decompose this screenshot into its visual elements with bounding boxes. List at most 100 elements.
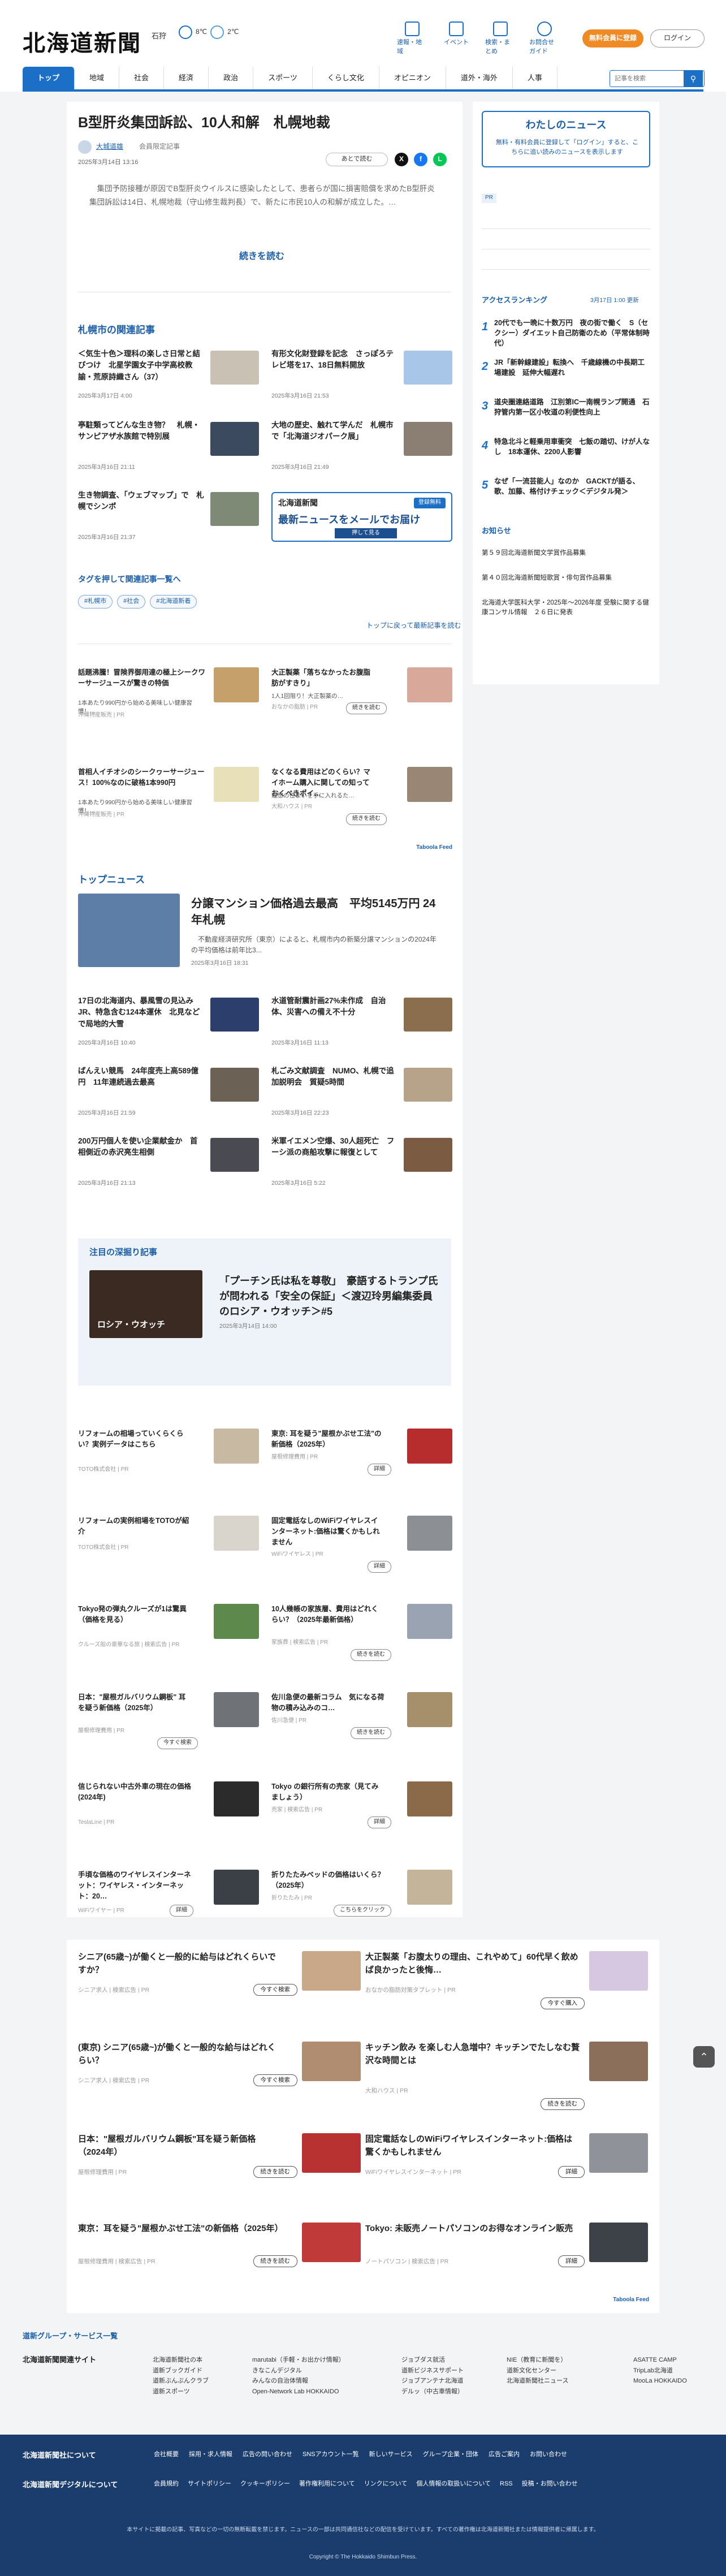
my-news-box[interactable]: わたしのニュース 無料・有料会員に登録して「ログイン」すると、こちらに追い読みの… xyxy=(482,111,650,167)
sidebar: わたしのニュース 無料・有料会員に登録して「ログイン」すると、こちらに追い読みの… xyxy=(473,102,659,684)
promo-card[interactable]: リフォームの実例相場をTOTOが紹介 TOTO株式会社 | PR xyxy=(78,1516,259,1583)
related-card[interactable]: 亭駐類ってどんな生き物？ 札幌・サンピアザ水族館で特別展 2025年3月16日 2… xyxy=(78,420,259,476)
promo-card[interactable]: 日本："屋根ガルバリウム鋼板"耳を疑う新価格（2024年） 屋根修理費用 | PR… xyxy=(78,2133,361,2212)
article-title: B型肝炎集団訴訟、10人和解 札幌地裁 xyxy=(78,115,330,131)
news-card[interactable]: 200万円個人を使い企業献金か 首相側近の赤沢亮生相側 2025年3月16日 21… xyxy=(78,1136,259,1192)
news-card[interactable]: 水道管耐震計画27%未作成 自治体、災害への備え不十分 2025年3月16日 11… xyxy=(271,995,452,1052)
related-card[interactable]: 生き物調査、「ウェブマップ」で 札幌でシンポ 2025年3月16日 21:37 xyxy=(78,490,259,546)
search-input[interactable] xyxy=(610,71,684,86)
promo-card[interactable]: Tokyo発の弾丸クルーズが1は驚異（価格を見る） クルーズ船の豪華なる旅 | 検… xyxy=(78,1604,259,1672)
promo-card[interactable]: リフォームの相場っていくらくらい？実例データはこちら TOTO株式会社 | PR xyxy=(78,1429,259,1496)
top-news-heading: トップニュース xyxy=(78,874,145,885)
promo-thumbnail xyxy=(214,767,259,802)
top-news-lead[interactable]: 分譲マンション価格過去最高 平均5145万円 24年札幌 不動産経済研究所（東京… xyxy=(78,894,451,978)
promo-thumbnail xyxy=(302,2223,361,2262)
nav-icon-search[interactable]: 検索・まとめ xyxy=(485,21,516,57)
read-more-link[interactable]: 続きを読む xyxy=(239,250,284,263)
nav-icon-event[interactable]: イベント xyxy=(441,21,472,57)
nav-culture[interactable]: くらし文化 xyxy=(313,67,379,89)
nav-sports[interactable]: スポーツ xyxy=(253,67,313,89)
promo-card[interactable]: シニア(65歳~)が働くと一般的に給与はどれくらいですか？ シニア求人 | 検索広… xyxy=(78,1951,361,2030)
notice-item[interactable]: 第５９回北海道新聞文学賞作品募集 xyxy=(482,549,650,558)
notice-item[interactable]: 北海道大学医科大学・2025年〜2026年度 受験に関する健康コンサル情報 ２６… xyxy=(482,598,650,618)
featured-title[interactable]: 「プーチン氏は私を尊敬」 豪語するトランプ氏が問われる「安全の保証」＜渡辺玲男編… xyxy=(219,1274,440,1319)
related-card[interactable]: 有形文化財登録を記念 さっぽろテレビ塔を17、18日無料開放 2025年3月16日… xyxy=(271,348,452,405)
promo-card[interactable]: 話題沸騰！冒険界御用達の極上シークワーサージュースが驚きの特価 1本あたり990円… xyxy=(78,667,259,735)
back-to-top-link[interactable]: トップに戻って最新記事を読む xyxy=(366,621,461,631)
promo-card[interactable]: 固定電話なしのWiFiワイヤレスインターネット:価格は驚くかもしれません WiFi… xyxy=(271,1516,452,1583)
author-name[interactable]: 大城道雄 xyxy=(96,142,123,152)
promo-card[interactable]: 大正製薬「お腹太りの理由、これやめて」60代早く飲めば良かったと後悔… おなかの脂… xyxy=(365,1951,648,2030)
related-card[interactable]: ＜気生十色＞理科の楽しさ日常と結びつけ 北星学園女子中学高校教諭・荒原詩織さん（… xyxy=(78,348,259,405)
promo-card[interactable]: キッチン飲み を楽しむ人急増中？キッチンでたしなむ贅沢な時間とは 大和ハウス | … xyxy=(365,2042,648,2121)
nav-opinion[interactable]: オピニオン xyxy=(379,67,446,89)
promo-card[interactable]: Tokyo: 未販売ノートパソコンのお得なオンライン販売 ノートパソコン | 検索… xyxy=(365,2223,648,2302)
region-label[interactable]: 石狩 xyxy=(152,31,166,42)
featured-thumbnail[interactable]: ロシア・ウオッチ xyxy=(89,1270,202,1338)
news-card[interactable]: 17日の北海道内、暴風雪の見込み JR、特急含む124本運休 北見などで局地的大… xyxy=(78,995,259,1052)
ranking-item[interactable]: 4 特急北斗と軽乗用車衝突 七飯の踏切、けが人なし 18本運休、2200人影響 xyxy=(482,437,650,471)
search-button[interactable]: ⚲ xyxy=(684,71,703,87)
x-share-icon[interactable]: X xyxy=(395,153,408,166)
promo-card[interactable]: 折りたたみベッドの価格はいくら？（2025年） 折りたたみ | PR こちらをクリッ… xyxy=(271,1870,452,1938)
promo-thumbnail xyxy=(407,1692,452,1727)
nav-local[interactable]: 地域 xyxy=(75,67,120,89)
newsletter-logo: 北海道新聞 xyxy=(278,499,318,508)
ranking-item[interactable]: 1 20代でも一晩に十数万円 夜の街で働く S（セクシー）ダイエット自己防衛のため… xyxy=(482,318,650,352)
promo-card[interactable]: 佐川急便の最新コラム 気になる荷物の積み込みのコ… 佐川急便 | PR 続きを読む xyxy=(271,1692,452,1760)
scroll-top-button[interactable]: ⌃ xyxy=(693,2046,715,2068)
nav-world[interactable]: 道外・海外 xyxy=(446,67,513,89)
promo-card[interactable]: 10人幾帳の家族層、費用はどれくらい？（2025年最新価格） 家族葬 | 検索広告… xyxy=(271,1604,452,1672)
promo-card[interactable]: 固定電話なしのWiFiワイヤレスインターネット:価格は驚くかもしれません WiFi… xyxy=(365,2133,648,2212)
register-button[interactable]: 無料会員に登録 xyxy=(582,29,643,48)
nav-icon-local[interactable]: 速報・地域 xyxy=(397,21,427,57)
lead-thumbnail xyxy=(78,894,180,967)
news-card[interactable]: 米軍イエメン空爆、30人超死亡 フーシ派の商船攻撃に報復として 2025年3月16… xyxy=(271,1136,452,1192)
ranking-item[interactable]: 5 なぜ「一流芸能人」なのか GACKTが語る、歌、加藤、格付けチェック＜デジタル… xyxy=(482,476,650,510)
tag-chip[interactable]: #北海道新着 xyxy=(150,595,197,609)
nav-economy[interactable]: 経済 xyxy=(164,67,209,89)
nav-society[interactable]: 社会 xyxy=(119,67,165,89)
facebook-share-icon[interactable]: f xyxy=(414,153,427,166)
ranking-updated: 3月17日 1:00 更新 xyxy=(590,297,639,304)
news-card[interactable]: ばんえい競馬 24年度売上高589億円 11年連続過去最高 2025年3月16日 … xyxy=(78,1065,259,1122)
newsletter-ad[interactable]: 北海道新聞 登録無料 最新ニュースをメールでお届け 押して見る xyxy=(271,492,452,542)
featured-date: 2025年3月14日 14:00 xyxy=(219,1323,277,1330)
featured-heading[interactable]: 注目の深掘り記事 xyxy=(89,1246,157,1259)
group-services-link[interactable]: 道新グループ・サービス一覧 xyxy=(23,2331,118,2342)
notice-item[interactable]: 第４０回北海道新聞短歌賞・俳句賞作品募集 xyxy=(482,573,650,583)
ranking-item[interactable]: 2 JR「新幹線建設」転換へ 千歳線機の中長期工場建設 延伸大幅遅れ xyxy=(482,357,650,391)
promo-card[interactable]: 日本："屋根ガルバリウム鋼板" 耳を疑う新価格（2025年） 屋根修理費用 | P… xyxy=(78,1692,259,1760)
promo-card[interactable]: (東京) シニア(65歳~)が働くと一般的な給与はどれくらい？ シニア求人 | 検… xyxy=(78,2042,361,2121)
tag-chip[interactable]: #札幌市 xyxy=(78,595,113,609)
promo-card[interactable]: Tokyo の銀行所有の売家（見てみましょう） 売家 | 検索広告 | PR 詳細 xyxy=(271,1781,452,1849)
login-button[interactable]: ログイン xyxy=(650,29,705,48)
promo-card[interactable]: 首相人イチオシのシークヮーサージュース！100%なのに破格1本990円 1本あたり… xyxy=(78,767,259,835)
nav-top[interactable]: トップ xyxy=(23,67,75,89)
tag-chip[interactable]: #社会 xyxy=(117,595,146,609)
promo-card[interactable]: 大正製薬「落ちなかったお腹脂肪がすきり」 1人1回限り！大正製薬の… おなかの脂肪 … xyxy=(271,667,452,735)
lead-title[interactable]: 分譲マンション価格過去最高 平均5145万円 24年札幌 xyxy=(191,896,440,929)
promo-thumbnail xyxy=(214,1429,259,1464)
site-logo[interactable]: 北海道新聞 xyxy=(23,27,141,60)
author-line[interactable]: 大城道雄 会員限定記事 xyxy=(78,140,180,154)
newsletter-button[interactable]: 押して見る xyxy=(335,528,397,538)
promo-card[interactable]: 手頃な価格のワイヤレスインターネット：ワイヤレス・インターネット：20… WiFi… xyxy=(78,1870,259,1938)
tag-list-link[interactable]: タグを押して関連記事一覧へ xyxy=(78,573,181,585)
promo-card[interactable]: 東京：耳を疑う"屋根かぶせ工法"の新価格（2025年） 屋根修理費用 | 検索広告… xyxy=(78,2223,361,2302)
related-card[interactable]: 大地の歴史、触れて学んだ 札幌市で「北海道ジオパーク展」 2025年3月16日 2… xyxy=(271,420,452,476)
nav-personnel[interactable]: 人事 xyxy=(513,67,558,89)
taboola-label[interactable]: Taboola Feed xyxy=(613,2296,649,2305)
article-thumbnail xyxy=(210,998,259,1032)
news-card[interactable]: 札ごみ文献調査 NUMO、札幌で追加説明会 質疑5時間 2025年3月16日 22… xyxy=(271,1065,452,1122)
read-later-button[interactable]: あとで読む xyxy=(326,153,388,166)
promo-card[interactable]: なくなる費用はどのくらい？マイホーム購入に関しての知っておくべきポイ… 理想の住ま… xyxy=(271,767,452,835)
nav-icon-guide[interactable]: お問合せガイド xyxy=(529,21,560,57)
weather-widget[interactable]: 8℃ 2℃ xyxy=(179,25,239,39)
taboola-label[interactable]: Taboola Feed xyxy=(416,844,452,852)
line-share-icon[interactable]: L xyxy=(433,153,447,166)
promo-card[interactable]: 信じられない中古外車の現在の価格(2024年) TeslaLine | PR xyxy=(78,1781,259,1849)
nav-politics[interactable]: 政治 xyxy=(209,67,254,89)
ranking-item[interactable]: 3 道央圏連絡道路 江別第IC一南幌ランプ開通 石狩管内第一区小牧道の利便性向上 xyxy=(482,397,650,431)
promo-card[interactable]: 東京: 耳を疑う"屋根かぶせ工法"の新価格（2025年） 屋根修理費用 | PR 詳… xyxy=(271,1429,452,1496)
